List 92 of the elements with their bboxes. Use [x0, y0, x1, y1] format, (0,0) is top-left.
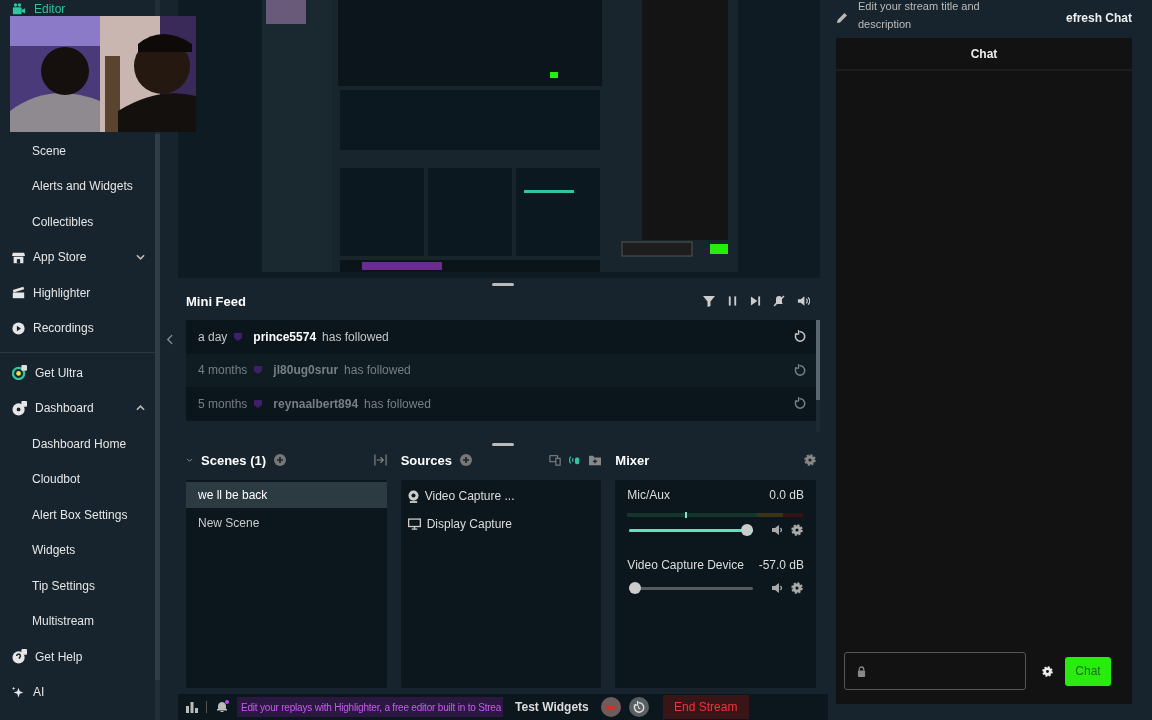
- volume-slider[interactable]: [629, 582, 754, 594]
- sidebar-item[interactable]: Alert Box Settings: [0, 497, 155, 533]
- test-widgets-button[interactable]: Test Widgets: [511, 700, 593, 714]
- store-icon: [12, 250, 25, 264]
- sidebar-item[interactable]: Cloudbot: [0, 461, 155, 497]
- chat-send-button[interactable]: Chat: [1065, 656, 1111, 686]
- video-camera-icon: [12, 2, 26, 16]
- clapperboard-icon: [12, 286, 25, 300]
- transition-icon[interactable]: [373, 454, 387, 466]
- help-icon: [12, 649, 27, 665]
- sidebar-item[interactable]: App Store: [0, 239, 155, 275]
- source-item[interactable]: Video Capture ...: [400, 482, 602, 510]
- skip-icon[interactable]: [750, 295, 761, 307]
- scrollbar[interactable]: [816, 320, 820, 400]
- event-text: has followed: [364, 396, 431, 411]
- sidebar-item[interactable]: AI: [0, 674, 155, 710]
- event-text: has followed: [344, 363, 411, 378]
- sidebar-item[interactable]: Alerts and Widgets: [0, 168, 155, 204]
- sidebar-item[interactable]: Get Help: [0, 639, 155, 675]
- username: jl80ug0srur: [273, 363, 339, 378]
- event-time: a day: [198, 329, 228, 344]
- panel-title: Mixer: [615, 452, 650, 468]
- replay-buffer-button[interactable]: [628, 697, 649, 717]
- event-time: 4 months: [198, 363, 248, 378]
- sparkle-icon: [12, 685, 25, 699]
- badge-icon: [253, 398, 264, 409]
- stats-icon[interactable]: [186, 701, 198, 713]
- audio-wave-icon[interactable]: [569, 454, 582, 466]
- settings-icon[interactable]: [791, 524, 804, 536]
- channel-reading: 0.0 dB: [769, 488, 804, 502]
- replay-icon[interactable]: [793, 330, 806, 344]
- sidebar-item[interactable]: Multistream: [0, 603, 155, 639]
- filter-icon[interactable]: [703, 295, 715, 307]
- panel-title: Mini Feed: [186, 293, 246, 309]
- sidebar-item[interactable]: Editor: [0, 0, 155, 18]
- record-button[interactable]: [600, 697, 621, 717]
- dashboard-icon: [12, 400, 27, 416]
- chevron-left-icon[interactable]: [165, 334, 173, 345]
- sidebar-item[interactable]: Scene: [0, 133, 155, 169]
- badge-icon: [253, 365, 264, 376]
- volume-icon[interactable]: [771, 524, 784, 536]
- refresh-chat-button[interactable]: efresh Chat: [1065, 11, 1132, 25]
- scrollbar[interactable]: [155, 134, 160, 680]
- lock-icon: [857, 665, 866, 677]
- chevron-down-icon: [136, 254, 145, 261]
- stream-title-hint[interactable]: Edit your stream title and description: [858, 0, 1008, 33]
- chevron-up-icon: [136, 405, 145, 412]
- add-icon[interactable]: [460, 454, 472, 466]
- devices-icon[interactable]: [549, 454, 562, 466]
- resize-handle[interactable]: [492, 283, 514, 286]
- end-stream-button[interactable]: End Stream: [662, 695, 749, 719]
- pencil-icon[interactable]: [836, 12, 848, 24]
- panel-title: Scenes (1): [201, 452, 267, 468]
- event-text: has followed: [322, 329, 389, 344]
- sidebar-item[interactable]: Tip Settings: [0, 568, 155, 604]
- chat-input-field[interactable]: [844, 652, 1026, 690]
- add-folder-icon[interactable]: [589, 454, 602, 466]
- pause-icon[interactable]: [727, 295, 738, 307]
- channel-name: Mic/Aux: [627, 488, 671, 502]
- source-item[interactable]: Display Capture: [400, 510, 602, 538]
- notification-bell-icon[interactable]: [215, 700, 229, 714]
- volume-slider[interactable]: [629, 524, 754, 536]
- resize-handle[interactable]: [492, 443, 514, 446]
- event-time: 5 months: [198, 396, 248, 411]
- list-row[interactable]: we ll be back: [186, 482, 387, 508]
- badge-icon: [233, 331, 244, 342]
- chat-title: Chat: [836, 38, 1132, 71]
- channel-name: Video Capture Device: [627, 558, 744, 572]
- sidebar-item[interactable]: Widgets: [0, 532, 155, 568]
- sidebar-item[interactable]: Get Ultra: [0, 355, 155, 391]
- sidebar-item[interactable]: Highlighter: [0, 275, 155, 311]
- sidebar-item[interactable]: Collectibles: [0, 204, 155, 240]
- webcam-icon: [407, 489, 419, 503]
- username: prince5574: [253, 329, 317, 344]
- username: reynaalbert894: [273, 396, 359, 411]
- ultra-icon: [12, 365, 27, 381]
- volume-icon[interactable]: [771, 582, 784, 594]
- volume-icon[interactable]: [797, 295, 810, 307]
- mute-notification-icon[interactable]: [773, 295, 785, 307]
- sidebar-item[interactable]: Recordings: [0, 310, 155, 346]
- notification-banner[interactable]: Edit your replays with Highlighter, a free editor built in to Strea: [237, 697, 504, 717]
- sidebar-item[interactable]: Dashboard: [0, 390, 155, 426]
- panel-title: Sources: [400, 452, 452, 468]
- replay-icon[interactable]: [793, 397, 806, 411]
- monitor-icon: [407, 518, 421, 530]
- settings-icon[interactable]: [791, 582, 804, 594]
- sidebar-item[interactable]: Dashboard Home: [0, 426, 155, 462]
- channel-reading: -57.0 dB: [758, 558, 804, 572]
- add-icon[interactable]: [274, 454, 287, 466]
- list-row[interactable]: New Scene: [186, 510, 387, 536]
- play-circle-icon: [12, 321, 25, 335]
- collapse-icon[interactable]: [186, 457, 193, 463]
